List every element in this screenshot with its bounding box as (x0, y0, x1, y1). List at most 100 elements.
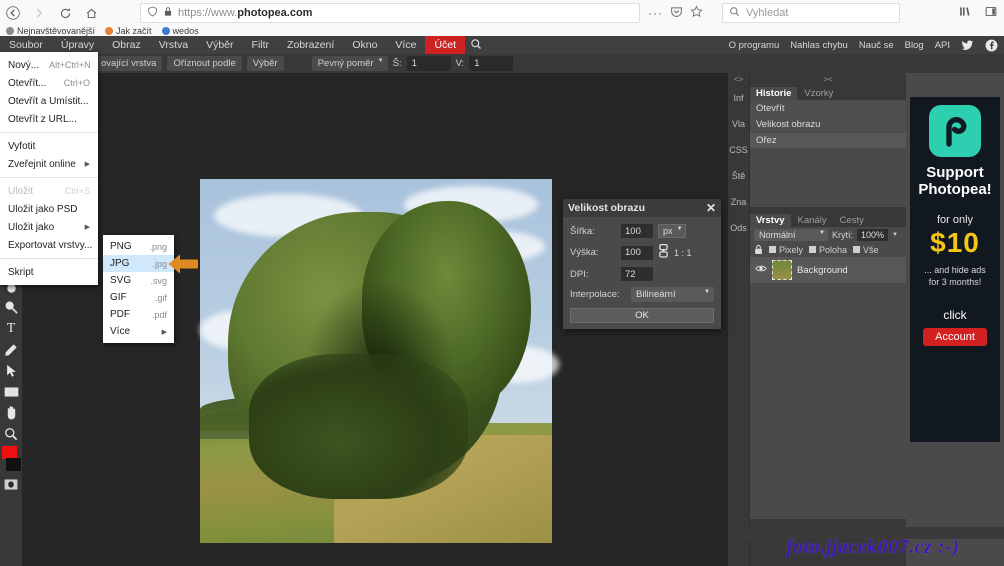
menu-okno[interactable]: Okno (343, 36, 386, 54)
vtab-css[interactable]: CSS (728, 137, 749, 163)
star-icon[interactable] (690, 5, 703, 21)
menu-item-otevrit[interactable]: Otevřít...Ctrl+O (0, 74, 98, 92)
image-canvas[interactable] (200, 179, 552, 543)
pocket-icon[interactable] (670, 5, 683, 21)
menu-zobrazeni[interactable]: Zobrazení (278, 36, 343, 54)
vtab-ods[interactable]: Ods (728, 215, 749, 241)
submenu-item-vice[interactable]: Více▶ (103, 323, 174, 340)
link-api[interactable]: API (935, 40, 950, 51)
height-input[interactable] (621, 246, 653, 260)
option-chip-crop-by[interactable]: Oříznout podle (167, 56, 241, 71)
menu-vyber[interactable]: Výběr (197, 36, 242, 54)
menu-item-label: Uložit jako PSD (8, 204, 77, 215)
menu-item-otevrit-z-url[interactable]: Otevřít z URL... (0, 110, 98, 128)
vtab-vla[interactable]: Vla (728, 111, 749, 137)
menu-vrstva[interactable]: Vrstva (150, 36, 197, 54)
search-input[interactable]: Vyhledat (722, 3, 900, 23)
twitter-icon[interactable] (961, 39, 974, 52)
quick-mask-toggle[interactable] (0, 474, 22, 495)
eye-icon[interactable] (755, 264, 767, 276)
menu-item-novy[interactable]: Nový...Alt+Ctrl+N (0, 56, 98, 74)
shape-tool[interactable] (0, 381, 22, 402)
tab-vzorky[interactable]: Vzorky (798, 87, 839, 100)
background-color-swatch[interactable] (6, 458, 21, 471)
home-icon[interactable] (78, 1, 104, 25)
menu-filtr[interactable]: Filtr (243, 36, 279, 54)
menu-item-skript[interactable]: Skript (0, 263, 98, 281)
chevron-down-icon[interactable]: ▼ (892, 232, 898, 238)
submenu-item-gif[interactable]: GIF.gif (103, 289, 174, 306)
opacity-value[interactable]: 100% (857, 229, 888, 241)
dpi-input[interactable] (621, 267, 653, 281)
forward-arrow-icon[interactable] (26, 1, 52, 25)
tab-cesty[interactable]: Cesty (834, 214, 870, 227)
menu-item-zverejnit-online[interactable]: Zveřejnit online▶ (0, 155, 98, 173)
menu-item-exportovat-vrstvy[interactable]: Exportovat vrstvy... (0, 236, 98, 254)
bookmark-item[interactable]: Jak začít (105, 26, 152, 36)
history-entry[interactable]: Ořez (750, 133, 906, 148)
color-swatches[interactable] (0, 444, 22, 474)
option-chip-selection[interactable]: Výběr (247, 56, 284, 71)
vtab-ste[interactable]: Ště (728, 163, 749, 189)
vtab-zna[interactable]: Zna (728, 189, 749, 215)
history-entry[interactable]: Otevřít (750, 101, 906, 116)
dialog-titlebar[interactable]: Velikost obrazu ✕ (563, 199, 721, 217)
submenu-item-pdf[interactable]: PDF.pdf (103, 306, 174, 323)
tab-kanaly[interactable]: Kanály (792, 214, 833, 227)
link-nahlas-chybu[interactable]: Nahlas chybu (790, 40, 848, 51)
height-input[interactable] (469, 56, 513, 71)
tab-vrstvy[interactable]: Vrstvy (750, 214, 791, 227)
bookmark-item[interactable]: wedos (162, 26, 199, 36)
sidebar-icon[interactable] (984, 5, 998, 21)
url-bar[interactable]: https://www.photopea.com (140, 3, 640, 23)
ellipsis-icon[interactable]: ··· (648, 6, 663, 20)
lock-pixels-checkbox[interactable]: Pixely (769, 245, 803, 255)
path-select-tool[interactable] (0, 360, 22, 381)
back-arrow-icon[interactable] (0, 1, 26, 25)
menu-item-otevrit-a-umistit[interactable]: Otevřít a Umístit... (0, 92, 98, 110)
menu-item-ulozit-jako-psd[interactable]: Uložit jako PSD (0, 200, 98, 218)
menu-vice[interactable]: Více (386, 36, 425, 54)
menu-obraz[interactable]: Obraz (103, 36, 150, 54)
menu-ucet[interactable]: Účet (425, 36, 465, 54)
facebook-icon[interactable] (985, 39, 998, 52)
reload-icon[interactable] (52, 1, 78, 25)
interpolation-select[interactable]: Bilineární (631, 287, 714, 302)
type-tool[interactable]: T (0, 318, 22, 339)
link-nauc-se[interactable]: Nauč se (859, 40, 894, 51)
dodge-tool[interactable] (0, 297, 22, 318)
tab-historie[interactable]: Historie (750, 87, 797, 100)
layer-row-background[interactable]: Background (750, 257, 906, 283)
submenu-arrow-icon: ▶ (85, 223, 90, 231)
support-photopea-ad[interactable]: Support Photopea! for only $10 ... and h… (910, 97, 1000, 442)
ok-button[interactable]: OK (570, 308, 714, 323)
width-input[interactable] (621, 224, 653, 238)
menu-item-vyfotit[interactable]: Vyfotit (0, 137, 98, 155)
submenu-item-jpg[interactable]: JPG.jpg (103, 255, 174, 272)
link-blog[interactable]: Blog (905, 40, 924, 51)
collapse-chevrons-icon[interactable]: <> (728, 73, 749, 85)
chain-link-icon[interactable] (658, 244, 669, 261)
history-entry[interactable]: Velikost obrazu (750, 117, 906, 132)
library-icon[interactable] (958, 5, 972, 21)
unit-select[interactable]: px (658, 224, 686, 238)
zoom-tool[interactable] (0, 423, 22, 444)
submenu-item-svg[interactable]: SVG.svg (103, 272, 174, 289)
blend-mode-select[interactable]: Normální (754, 229, 828, 241)
vtab-inf[interactable]: Inf (728, 85, 749, 111)
option-chip-layer[interactable]: ovající vrstva (95, 56, 162, 71)
hand-tool[interactable] (0, 402, 22, 423)
lock-all-checkbox[interactable]: Vše (853, 245, 879, 255)
lock-position-checkbox[interactable]: Poloha (809, 245, 847, 255)
account-button[interactable]: Account (923, 328, 987, 346)
aspect-ratio-select[interactable]: Pevný poměr (312, 56, 388, 71)
collapse-chevrons-icon[interactable]: >< (750, 73, 906, 85)
pen-tool[interactable] (0, 339, 22, 360)
search-icon[interactable] (465, 38, 487, 53)
width-input[interactable] (407, 56, 451, 71)
submenu-item-png[interactable]: PNG.png (103, 238, 174, 255)
menu-item-ulozit-jako[interactable]: Uložit jako▶ (0, 218, 98, 236)
link-o-programu[interactable]: O programu (729, 40, 780, 51)
bookmark-item[interactable]: Nejnavštěvovanější (6, 26, 95, 36)
close-x-icon[interactable]: ✕ (706, 202, 716, 214)
